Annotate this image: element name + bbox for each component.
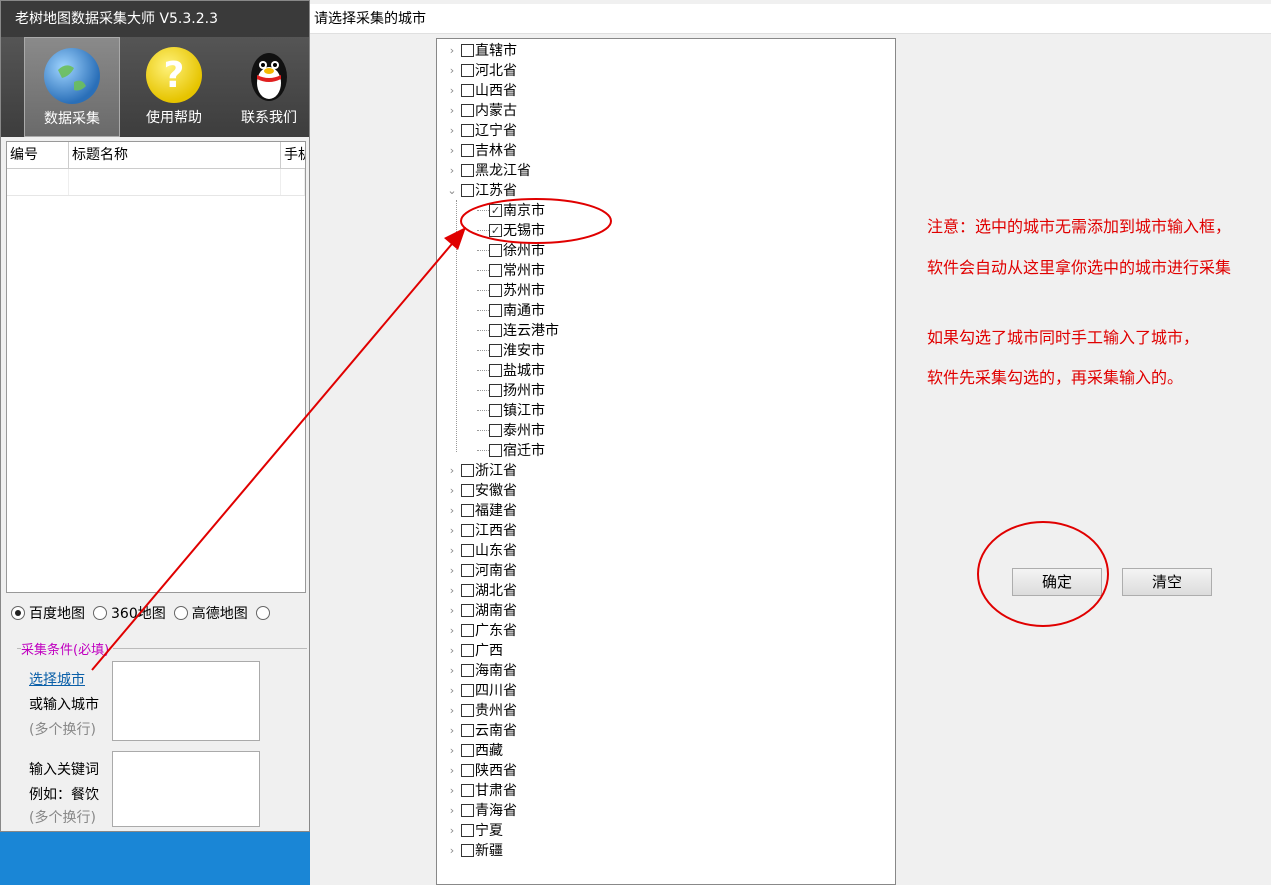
annotation-ellipse-cities	[460, 198, 612, 244]
annotation-arrow-line	[91, 231, 463, 671]
annotation-arrowhead-icon	[444, 227, 466, 250]
annotation-ellipse-ok	[977, 521, 1109, 627]
annotation-overlay	[91, 198, 1109, 671]
